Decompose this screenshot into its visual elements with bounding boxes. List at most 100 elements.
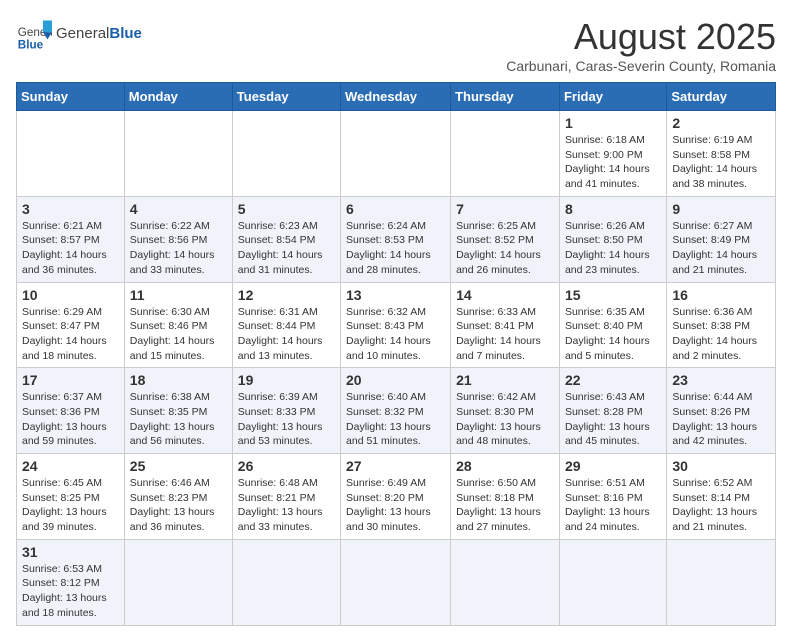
day-info: Sunrise: 6:42 AM Sunset: 8:30 PM Dayligh… [456, 390, 554, 449]
calendar-cell: 15Sunrise: 6:35 AM Sunset: 8:40 PM Dayli… [559, 282, 666, 368]
calendar-cell: 8Sunrise: 6:26 AM Sunset: 8:50 PM Daylig… [559, 196, 666, 282]
logo-blue: Blue [109, 25, 142, 42]
calendar-cell: 24Sunrise: 6:45 AM Sunset: 8:25 PM Dayli… [17, 454, 125, 540]
calendar-cell: 13Sunrise: 6:32 AM Sunset: 8:43 PM Dayli… [341, 282, 451, 368]
calendar-cell: 17 Sunrise: 6:37 AM Sunset: 8:36 PM Dayli… [17, 368, 125, 454]
calendar-cell [341, 539, 451, 625]
calendar-cell [667, 539, 776, 625]
day-number: 6 [346, 201, 445, 217]
calendar-cell: 9Sunrise: 6:27 AM Sunset: 8:49 PM Daylig… [667, 196, 776, 282]
day-info: Sunrise: 6:21 AM Sunset: 8:57 PM Dayligh… [22, 219, 119, 278]
calendar-cell: 16 Sunrise: 6:36 AM Sunset: 8:38 PM Dayli… [667, 282, 776, 368]
day-number: 29 [565, 458, 661, 474]
day-info: Sunrise: 6:35 AM Sunset: 8:40 PM Dayligh… [565, 305, 661, 364]
calendar-cell: 19Sunrise: 6:39 AM Sunset: 8:33 PM Dayli… [232, 368, 340, 454]
calendar-cell: 25Sunrise: 6:46 AM Sunset: 8:23 PM Dayli… [124, 454, 232, 540]
calendar-cell: 12Sunrise: 6:31 AM Sunset: 8:44 PM Dayli… [232, 282, 340, 368]
calendar-cell: 5Sunrise: 6:23 AM Sunset: 8:54 PM Daylig… [232, 196, 340, 282]
day-number: 18 [130, 372, 227, 388]
day-number: 20 [346, 372, 445, 388]
calendar-cell: 1 Sunrise: 6:18 AM Sunset: 9:00 PM Daylig… [559, 111, 666, 197]
calendar-cell: 11Sunrise: 6:30 AM Sunset: 8:46 PM Dayli… [124, 282, 232, 368]
day-number: 17 [22, 372, 119, 388]
day-number: 14 [456, 287, 554, 303]
calendar-cell [232, 111, 340, 197]
day-number: 27 [346, 458, 445, 474]
calendar-cell: 26 Sunrise: 6:48 AM Sunset: 8:21 PM Dayli… [232, 454, 340, 540]
day-number: 7 [456, 201, 554, 217]
day-info: Sunrise: 6:25 AM Sunset: 8:52 PM Dayligh… [456, 219, 554, 278]
day-number: 30 [672, 458, 770, 474]
day-number: 4 [130, 201, 227, 217]
day-number: 19 [238, 372, 335, 388]
title-area: August 2025 Carbunari, Caras-Severin Cou… [506, 16, 776, 74]
calendar-cell: 23Sunrise: 6:44 AM Sunset: 8:26 PM Dayli… [667, 368, 776, 454]
day-info: Sunrise: 6:50 AM Sunset: 8:18 PM Dayligh… [456, 476, 554, 535]
day-info: Sunrise: 6:22 AM Sunset: 8:56 PM Dayligh… [130, 219, 227, 278]
page-header: General Blue GeneralBlue August 2025 Car… [16, 16, 776, 74]
calendar-cell: 21 Sunrise: 6:42 AM Sunset: 8:30 PM Dayli… [451, 368, 560, 454]
day-info: Sunrise: 6:24 AM Sunset: 8:53 PM Dayligh… [346, 219, 445, 278]
day-number: 31 [22, 544, 119, 560]
column-header-saturday: Saturday [667, 83, 776, 111]
calendar-week-row: 3 Sunrise: 6:21 AM Sunset: 8:57 PM Daylig… [17, 196, 776, 282]
calendar-week-row: 17 Sunrise: 6:37 AM Sunset: 8:36 PM Dayli… [17, 368, 776, 454]
day-number: 21 [456, 372, 554, 388]
day-number: 24 [22, 458, 119, 474]
column-header-sunday: Sunday [17, 83, 125, 111]
calendar-header-row: SundayMondayTuesdayWednesdayThursdayFrid… [17, 83, 776, 111]
calendar-cell: 3 Sunrise: 6:21 AM Sunset: 8:57 PM Daylig… [17, 196, 125, 282]
day-number: 1 [565, 115, 661, 131]
logo-text: GeneralBlue [56, 25, 142, 43]
day-number: 13 [346, 287, 445, 303]
calendar-week-row: 1 Sunrise: 6:18 AM Sunset: 9:00 PM Daylig… [17, 111, 776, 197]
calendar-cell: 18Sunrise: 6:38 AM Sunset: 8:35 PM Dayli… [124, 368, 232, 454]
day-number: 9 [672, 201, 770, 217]
column-header-monday: Monday [124, 83, 232, 111]
day-info: Sunrise: 6:51 AM Sunset: 8:16 PM Dayligh… [565, 476, 661, 535]
calendar-week-row: 31Sunrise: 6:53 AM Sunset: 8:12 PM Dayli… [17, 539, 776, 625]
calendar-cell [17, 111, 125, 197]
calendar-cell: 6 Sunrise: 6:24 AM Sunset: 8:53 PM Daylig… [341, 196, 451, 282]
column-header-wednesday: Wednesday [341, 83, 451, 111]
day-info: Sunrise: 6:48 AM Sunset: 8:21 PM Dayligh… [238, 476, 335, 535]
day-info: Sunrise: 6:46 AM Sunset: 8:23 PM Dayligh… [130, 476, 227, 535]
calendar-cell [341, 111, 451, 197]
day-info: Sunrise: 6:33 AM Sunset: 8:41 PM Dayligh… [456, 305, 554, 364]
day-info: Sunrise: 6:19 AM Sunset: 8:58 PM Dayligh… [672, 133, 770, 192]
calendar-cell [124, 111, 232, 197]
calendar-cell [559, 539, 666, 625]
day-number: 26 [238, 458, 335, 474]
calendar-cell [124, 539, 232, 625]
calendar-cell: 29 Sunrise: 6:51 AM Sunset: 8:16 PM Dayli… [559, 454, 666, 540]
day-info: Sunrise: 6:26 AM Sunset: 8:50 PM Dayligh… [565, 219, 661, 278]
day-info: Sunrise: 6:44 AM Sunset: 8:26 PM Dayligh… [672, 390, 770, 449]
day-number: 3 [22, 201, 119, 217]
logo-general: General [56, 25, 109, 42]
day-info: Sunrise: 6:43 AM Sunset: 8:28 PM Dayligh… [565, 390, 661, 449]
day-number: 12 [238, 287, 335, 303]
calendar-cell [232, 539, 340, 625]
day-number: 16 [672, 287, 770, 303]
day-info: Sunrise: 6:37 AM Sunset: 8:36 PM Dayligh… [22, 390, 119, 449]
column-header-tuesday: Tuesday [232, 83, 340, 111]
day-info: Sunrise: 6:52 AM Sunset: 8:14 PM Dayligh… [672, 476, 770, 535]
calendar-table: SundayMondayTuesdayWednesdayThursdayFrid… [16, 82, 776, 626]
calendar-cell: 31Sunrise: 6:53 AM Sunset: 8:12 PM Dayli… [17, 539, 125, 625]
month-year-title: August 2025 [506, 16, 776, 58]
day-info: Sunrise: 6:49 AM Sunset: 8:20 PM Dayligh… [346, 476, 445, 535]
day-info: Sunrise: 6:30 AM Sunset: 8:46 PM Dayligh… [130, 305, 227, 364]
calendar-cell: 10 Sunrise: 6:29 AM Sunset: 8:47 PM Dayli… [17, 282, 125, 368]
day-number: 10 [22, 287, 119, 303]
day-info: Sunrise: 6:29 AM Sunset: 8:47 PM Dayligh… [22, 305, 119, 364]
day-number: 2 [672, 115, 770, 131]
day-number: 28 [456, 458, 554, 474]
day-info: Sunrise: 6:36 AM Sunset: 8:38 PM Dayligh… [672, 305, 770, 364]
day-info: Sunrise: 6:40 AM Sunset: 8:32 PM Dayligh… [346, 390, 445, 449]
calendar-week-row: 24Sunrise: 6:45 AM Sunset: 8:25 PM Dayli… [17, 454, 776, 540]
day-info: Sunrise: 6:18 AM Sunset: 9:00 PM Dayligh… [565, 133, 661, 192]
logo: General Blue GeneralBlue [16, 16, 142, 52]
column-header-friday: Friday [559, 83, 666, 111]
calendar-cell: 30 Sunrise: 6:52 AM Sunset: 8:14 PM Dayli… [667, 454, 776, 540]
calendar-week-row: 10 Sunrise: 6:29 AM Sunset: 8:47 PM Dayli… [17, 282, 776, 368]
